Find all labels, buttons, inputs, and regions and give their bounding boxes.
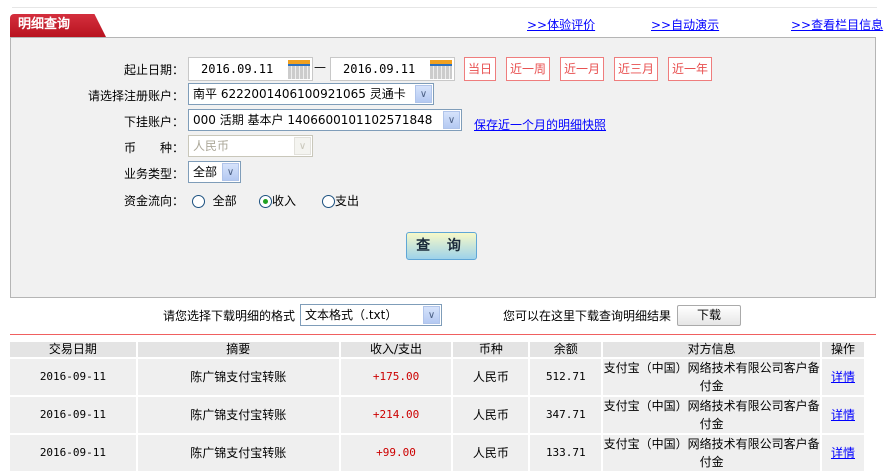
cell-date: 2016-09-11 (10, 395, 138, 434)
range-week-button[interactable]: 近一周 (506, 57, 550, 81)
flow-all-label: 全部 (212, 194, 237, 208)
cell-amount: +99.00 (339, 433, 454, 471)
cell-currency: 人民币 (452, 357, 531, 396)
radio-checked-icon[interactable] (259, 195, 272, 208)
tab-divider (10, 37, 876, 38)
calendar-icon[interactable] (288, 60, 310, 79)
cell-summary: 陈广锦支付宝转账 (136, 357, 341, 396)
cell-counterparty: 支付宝（中国）网络技术有限公司客户备付金 (602, 357, 822, 396)
chevron-down-icon[interactable]: ∨ (415, 85, 432, 103)
format-select[interactable]: 文本格式（.txt） ∨ (300, 304, 442, 326)
account-label: 请选择注册账户： (87, 89, 184, 103)
query-button[interactable]: 查 询 (406, 232, 477, 260)
cell-summary: 陈广锦支付宝转账 (136, 395, 341, 434)
flow-label: 资金流向： (123, 194, 184, 208)
transactions-table: 交易日期 摘要 收入/支出 币种 余额 对方信息 操作 2016-09-11 陈… (10, 342, 867, 471)
table-row: 2016-09-11 陈广锦支付宝转账 +99.00 人民币 133.71 支付… (10, 433, 867, 471)
date-separator: — (314, 60, 326, 74)
save-snapshot-link[interactable]: 保存近一个月的明细快照 (474, 116, 606, 133)
sub-account-select[interactable]: 000 活期 基本户 1406600101102571848 ∨ (188, 109, 462, 131)
range-month-button[interactable]: 近一月 (560, 57, 604, 81)
cell-amount: +175.00 (339, 357, 454, 396)
account-value: 南平 6222001406100921065 灵通卡 (193, 87, 406, 101)
cell-date: 2016-09-11 (10, 357, 138, 396)
chevron-down-icon[interactable]: ∨ (443, 111, 460, 129)
start-date-value: 2016.09.11 (201, 62, 274, 76)
download-hint: 您可以在这里下载查询明细结果 (503, 309, 672, 323)
cell-date: 2016-09-11 (10, 433, 138, 471)
red-divider (10, 334, 876, 335)
biz-type-value: 全部 (193, 165, 218, 179)
header-balance: 余额 (529, 342, 604, 358)
chevron-down-icon[interactable]: ∨ (222, 163, 239, 181)
flow-radio-all[interactable]: 全部 (192, 192, 237, 209)
end-date-input[interactable]: 2016.09.11 (330, 57, 455, 81)
flow-radio-income[interactable]: 收入 (259, 192, 296, 209)
cell-balance: 347.71 (529, 395, 604, 434)
header-currency: 币种 (452, 342, 531, 358)
header-action: 操作 (820, 342, 867, 358)
cell-currency: 人民币 (452, 433, 531, 471)
flow-income-label: 收入 (272, 194, 297, 208)
flow-expense-label: 支出 (335, 194, 360, 208)
column-info-link[interactable]: >>查看栏目信息 (791, 16, 883, 33)
range-today-button[interactable]: 当日 (464, 57, 496, 81)
top-divider (12, 7, 877, 8)
range-year-button[interactable]: 近一年 (668, 57, 712, 81)
currency-value: 人民币 (193, 139, 230, 153)
cell-balance: 133.71 (529, 433, 604, 471)
currency-select: 人民币 ∨ (188, 135, 313, 157)
table-row: 2016-09-11 陈广锦支付宝转账 +214.00 人民币 347.71 支… (10, 395, 867, 434)
sub-account-value: 000 活期 基本户 1406600101102571848 (193, 113, 433, 127)
auto-demo-link[interactable]: >>自动演示 (651, 16, 719, 33)
biz-type-label: 业务类型： (123, 167, 184, 181)
header-date: 交易日期 (10, 342, 138, 358)
header-amount: 收入/支出 (339, 342, 454, 358)
cell-summary: 陈广锦支付宝转账 (136, 433, 341, 471)
date-label: 起止日期： (123, 63, 184, 77)
cell-currency: 人民币 (452, 395, 531, 434)
sub-account-label: 下挂账户： (123, 115, 184, 129)
details-link[interactable]: 详情 (831, 408, 855, 422)
calendar-icon[interactable] (430, 60, 452, 79)
end-date-value: 2016.09.11 (343, 62, 416, 76)
header-counterparty: 对方信息 (602, 342, 822, 358)
currency-label: 币 种： (123, 141, 184, 155)
table-header: 交易日期 摘要 收入/支出 币种 余额 对方信息 操作 (10, 342, 867, 358)
radio-icon[interactable] (192, 195, 205, 208)
format-value: 文本格式（.txt） (305, 308, 398, 322)
tab-detail-query[interactable]: 明细查询 (10, 14, 106, 37)
start-date-input[interactable]: 2016.09.11 (188, 57, 313, 81)
feedback-link[interactable]: >>体验评价 (527, 16, 595, 33)
chevron-down-icon: ∨ (294, 137, 311, 155)
download-button[interactable]: 下载 (677, 305, 741, 326)
chevron-down-icon[interactable]: ∨ (423, 306, 440, 324)
details-link[interactable]: 详情 (831, 370, 855, 384)
radio-icon[interactable] (322, 195, 335, 208)
format-label: 请您选择下载明细的格式 (163, 309, 296, 323)
range-3month-button[interactable]: 近三月 (614, 57, 658, 81)
table-row: 2016-09-11 陈广锦支付宝转账 +175.00 人民币 512.71 支… (10, 357, 867, 396)
account-select[interactable]: 南平 6222001406100921065 灵通卡 ∨ (188, 83, 434, 105)
details-link[interactable]: 详情 (831, 446, 855, 460)
cell-counterparty: 支付宝（中国）网络技术有限公司客户备付金 (602, 395, 822, 434)
cell-counterparty: 支付宝（中国）网络技术有限公司客户备付金 (602, 433, 822, 471)
biz-type-select[interactable]: 全部 ∨ (188, 161, 241, 183)
header-summary: 摘要 (136, 342, 341, 358)
cell-amount: +214.00 (339, 395, 454, 434)
flow-radio-expense[interactable]: 支出 (322, 192, 359, 209)
cell-balance: 512.71 (529, 357, 604, 396)
